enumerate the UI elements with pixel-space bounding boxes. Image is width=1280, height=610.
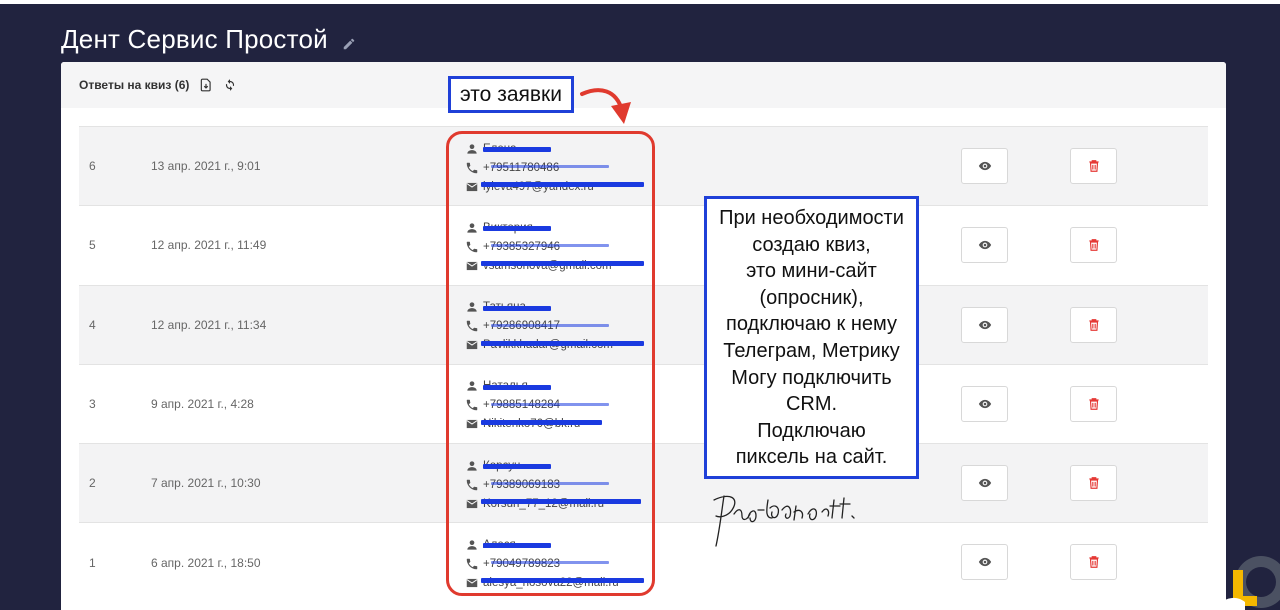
annotation-note-line: Подключаю bbox=[757, 419, 866, 442]
annotation-note-line: CRM. bbox=[785, 393, 838, 416]
row-date: 13 апр. 2021 г., 9:01 bbox=[151, 159, 261, 174]
row-number: 5 bbox=[89, 238, 96, 253]
annotation-note-line: создаю квиз, bbox=[752, 233, 871, 256]
eye-icon bbox=[978, 241, 991, 250]
row-date: 12 апр. 2021 г., 11:49 bbox=[151, 238, 267, 253]
annotation-note-line: подключаю к нему bbox=[726, 313, 897, 336]
file-download-icon[interactable] bbox=[199, 78, 213, 92]
delete-button[interactable] bbox=[1070, 148, 1117, 184]
eye-icon bbox=[978, 399, 991, 408]
annotation-note-line: Могу подключить bbox=[731, 366, 892, 389]
annotation-note-line: Телеграм, Метрику bbox=[723, 339, 900, 362]
row-number: 6 bbox=[89, 159, 96, 174]
row-number: 2 bbox=[89, 476, 96, 491]
view-button[interactable] bbox=[961, 306, 1008, 343]
delete-button[interactable] bbox=[1070, 465, 1117, 502]
row-number: 3 bbox=[89, 397, 96, 412]
eye-icon bbox=[978, 161, 991, 171]
annotation-note-line: При необходимости bbox=[719, 207, 904, 229]
refresh-icon[interactable] bbox=[223, 78, 237, 92]
row-date: 12 апр. 2021 г., 11:34 bbox=[151, 317, 267, 332]
view-button[interactable] bbox=[961, 544, 1008, 581]
delete-button[interactable] bbox=[1070, 306, 1117, 343]
eye-icon bbox=[978, 558, 991, 567]
card-header: Ответы на квиз (6) bbox=[61, 62, 1226, 108]
row-number: 4 bbox=[89, 317, 96, 332]
delete-button[interactable] bbox=[1070, 385, 1117, 422]
row-date: 6 апр. 2021 г., 18:50 bbox=[151, 555, 261, 570]
eye-icon bbox=[978, 320, 991, 329]
view-button[interactable] bbox=[961, 465, 1008, 502]
trash-icon bbox=[1088, 398, 1099, 410]
annotation-highlight-box bbox=[446, 131, 655, 596]
page-header: Дент Сервис Простой bbox=[61, 24, 356, 55]
annotation-arrow-icon bbox=[580, 88, 631, 124]
view-button[interactable] bbox=[961, 148, 1008, 184]
view-button[interactable] bbox=[961, 385, 1008, 422]
annotation-note-line: пиксель на сайт. bbox=[735, 446, 888, 469]
trash-icon bbox=[1088, 556, 1099, 569]
window-top-edge bbox=[0, 0, 1280, 4]
pencil-icon[interactable] bbox=[342, 37, 356, 51]
trash-icon bbox=[1088, 160, 1099, 172]
view-button[interactable] bbox=[961, 227, 1008, 264]
trash-icon bbox=[1088, 318, 1099, 331]
annotation-note-line: это мини-сайт bbox=[746, 260, 877, 283]
eye-icon bbox=[978, 479, 991, 488]
trash-icon bbox=[1088, 477, 1099, 490]
annotation-label: это заявки bbox=[448, 76, 574, 113]
delete-button[interactable] bbox=[1070, 227, 1117, 264]
row-number: 1 bbox=[89, 555, 96, 570]
logo-icon bbox=[1213, 556, 1280, 610]
handwritten-signature bbox=[713, 495, 855, 547]
page-title: Дент Сервис Простой bbox=[61, 24, 328, 54]
row-date: 9 апр. 2021 г., 4:28 bbox=[151, 397, 254, 412]
annotation-note: При необходимости создаю квиз, это мини-са… bbox=[704, 196, 919, 479]
annotation-note-line: (опросник), bbox=[759, 286, 864, 309]
delete-button[interactable] bbox=[1070, 544, 1117, 581]
trash-icon bbox=[1088, 239, 1099, 252]
card-header-title: Ответы на квиз (6) bbox=[79, 78, 190, 92]
row-date: 7 апр. 2021 г., 10:30 bbox=[151, 476, 261, 491]
